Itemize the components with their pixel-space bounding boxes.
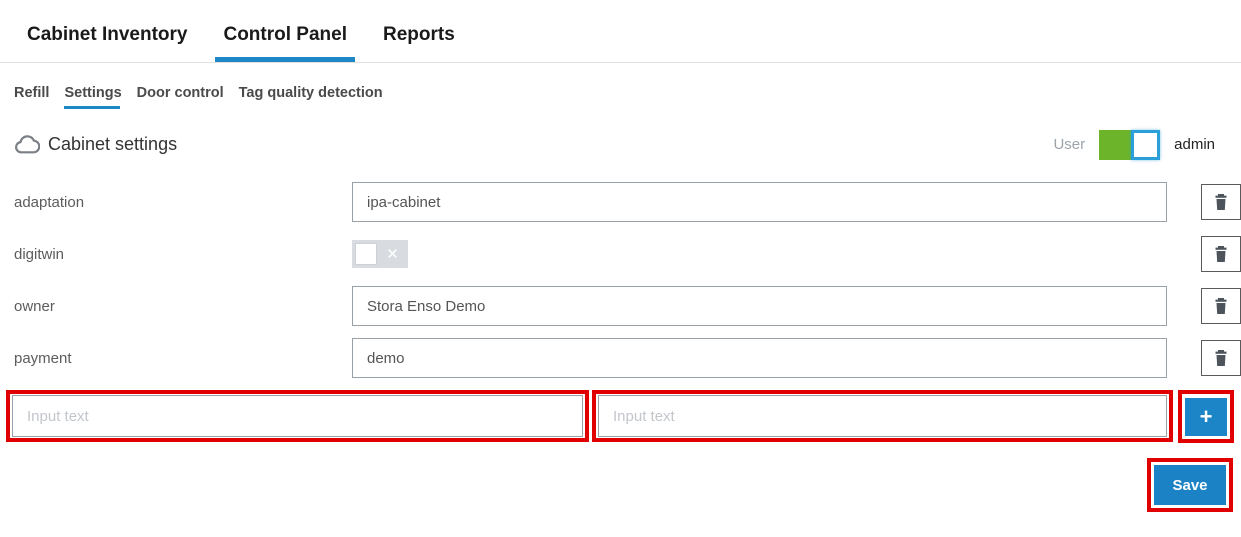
user-toggle-label: User <box>1053 136 1086 153</box>
highlight-box-add-button: + <box>1178 390 1234 443</box>
page-title: Cabinet settings <box>48 134 178 154</box>
payment-input[interactable] <box>352 338 1167 378</box>
main-tab-bar: Cabinet Inventory Control Panel Reports <box>0 0 1241 63</box>
field-label: payment <box>14 349 72 367</box>
cloud-icon <box>14 134 40 155</box>
field-label: owner <box>14 297 55 315</box>
sub-tab-bar: Refill Settings Door control Tag quality… <box>14 85 1241 109</box>
form-row-digitwin: digitwin ✕ <box>14 234 1241 274</box>
new-setting-value-input[interactable] <box>598 395 1167 437</box>
delete-owner-button[interactable] <box>1201 288 1241 324</box>
form-row-adaptation: adaptation <box>14 182 1241 222</box>
field-label: digitwin <box>14 245 65 263</box>
highlight-box-value-input <box>592 390 1173 442</box>
trash-icon <box>1214 194 1228 210</box>
plus-icon: + <box>1199 403 1213 429</box>
toggle-on-track <box>1099 129 1132 160</box>
tab-reports[interactable]: Reports <box>383 24 455 62</box>
delete-payment-button[interactable] <box>1201 340 1241 376</box>
save-row: Save <box>0 458 1233 512</box>
toggle-knob <box>1131 129 1161 160</box>
user-toggle[interactable] <box>1099 129 1161 160</box>
subtab-refill[interactable]: Refill <box>14 85 49 101</box>
trash-icon <box>1214 298 1228 314</box>
owner-input[interactable] <box>352 286 1167 326</box>
subtab-settings[interactable]: Settings <box>64 85 122 109</box>
new-setting-key-input[interactable] <box>12 395 583 437</box>
digitwin-toggle[interactable]: ✕ <box>352 240 408 268</box>
section-header: Cabinet settings User admin <box>14 129 1215 160</box>
delete-adaptation-button[interactable] <box>1201 184 1241 220</box>
form-row-payment: payment <box>14 338 1241 378</box>
trash-icon <box>1214 246 1228 262</box>
subtab-door-control[interactable]: Door control <box>137 85 224 101</box>
delete-digitwin-button[interactable] <box>1201 236 1241 272</box>
save-button[interactable]: Save <box>1154 465 1226 505</box>
highlight-box-key-input <box>6 390 589 442</box>
tab-cabinet-inventory[interactable]: Cabinet Inventory <box>27 24 187 62</box>
form-row-owner: owner <box>14 286 1241 326</box>
adaptation-input[interactable] <box>352 182 1167 222</box>
subtab-tag-quality-detection[interactable]: Tag quality detection <box>239 85 383 101</box>
cabinet-settings-form: adaptation digitwin ✕ <box>14 182 1241 378</box>
add-setting-button[interactable]: + <box>1185 397 1227 436</box>
toggle-knob <box>355 243 377 265</box>
new-setting-row: + <box>6 390 1241 443</box>
tab-control-panel[interactable]: Control Panel <box>215 24 355 62</box>
toggle-off-x-icon: ✕ <box>386 246 399 263</box>
trash-icon <box>1214 350 1228 366</box>
field-label: adaptation <box>14 193 85 211</box>
user-role-value: admin <box>1174 136 1215 153</box>
highlight-box-save-button: Save <box>1147 458 1233 512</box>
